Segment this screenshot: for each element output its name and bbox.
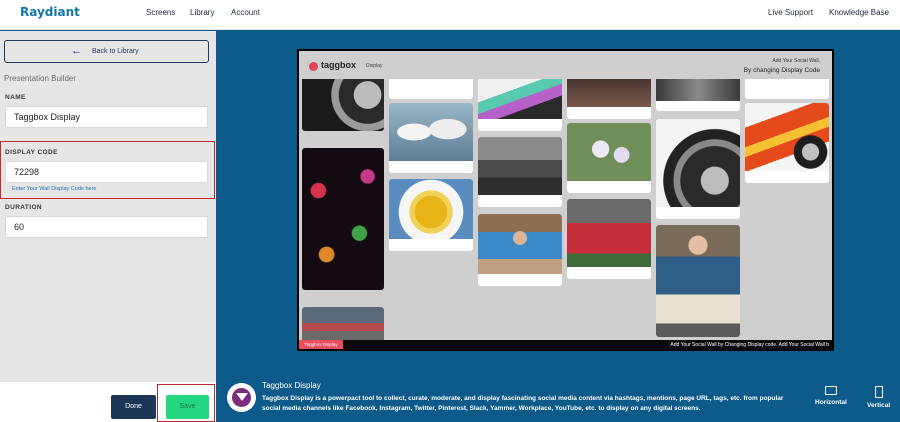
back-to-library-button[interactable]: ← Back to Library [4, 40, 209, 63]
display-preview: taggbox Display Add Your Social Wall, By… [297, 49, 834, 351]
post-image-crowd [478, 214, 562, 274]
social-wall: taggbox Display Add Your Social Wall, By… [299, 51, 832, 349]
post-card [302, 148, 384, 290]
post-card [478, 214, 562, 286]
post-image-flower [389, 179, 473, 239]
duration-field[interactable]: 60 [5, 216, 208, 238]
taggbox-logo-icon [309, 62, 318, 71]
back-to-library-label: Back to Library [92, 48, 139, 55]
orientation-horizontal-label: Horizontal [815, 399, 847, 406]
brand-logo[interactable]: Raydiant [20, 5, 80, 19]
orientation-vertical-button[interactable]: Vertical [867, 386, 890, 409]
display-code-hint: Enter Your Wall Display Code here [12, 186, 97, 192]
app-name: Taggbox Display [262, 381, 321, 390]
orientation-horizontal-button[interactable]: Horizontal [815, 386, 847, 406]
top-nav: Raydiant Screens Library Account Live Su… [0, 0, 900, 30]
taggbox-logo-sub: Display [366, 63, 383, 69]
taggbox-logo-text: taggbox [321, 60, 356, 70]
wall-header-line2: By changing Display Code [743, 67, 820, 74]
post-image-bokeh [302, 148, 384, 290]
post-card [302, 71, 384, 131]
post-image-pelicans [389, 103, 473, 161]
nav-account[interactable]: Account [231, 8, 260, 17]
post-card [745, 103, 829, 183]
post-card [478, 71, 562, 131]
presentation-builder-panel: ← Back to Library Presentation Builder N… [0, 31, 216, 422]
nav-knowledge-base[interactable]: Knowledge Base [829, 8, 889, 17]
post-image-tire-chalk [656, 119, 740, 207]
post-image-blossoms [567, 123, 651, 181]
nav-live-support[interactable]: Live Support [768, 8, 813, 17]
app-description: Taggbox Display is a powerpact tool to c… [262, 395, 784, 412]
duration-label: DURATION [5, 204, 43, 211]
post-image-red-rain [567, 199, 651, 267]
post-image-hotrod [745, 103, 829, 171]
vertical-screen-icon [874, 386, 883, 398]
post-card [567, 199, 651, 279]
post-card [478, 137, 562, 207]
horizontal-screen-icon [824, 386, 837, 395]
orientation-vertical-label: Vertical [867, 402, 891, 409]
arrow-left-icon: ← [71, 45, 82, 57]
nav-library[interactable]: Library [190, 8, 214, 17]
post-card [656, 225, 740, 337]
save-button[interactable]: Save [166, 395, 209, 419]
taggbox-app-icon [227, 383, 256, 412]
post-image-protest-sign [656, 225, 740, 337]
post-card [389, 103, 473, 173]
display-code-field[interactable]: 72298 [5, 161, 208, 183]
post-image-street [478, 137, 562, 195]
post-image-tire [302, 71, 384, 131]
wall-ticker: Taggbox Display Add Your Social Wall by … [299, 340, 832, 349]
name-label: NAME [5, 94, 26, 101]
wall-header-line1: Add Your Social Wall, [772, 58, 820, 64]
panel-title: Presentation Builder [4, 74, 77, 83]
post-card [389, 179, 473, 251]
display-code-label: DISPLAY CODE [5, 149, 58, 156]
ticker-text: Add Your Social Wall by Changing Display… [670, 342, 829, 348]
wall-header: taggbox Display Add Your Social Wall, By… [299, 51, 832, 79]
ticker-badge: Taggbox Display [299, 340, 343, 349]
action-bar: Done Save [0, 382, 216, 422]
name-field[interactable]: Taggbox Display [5, 106, 208, 128]
post-card [656, 119, 740, 219]
done-button[interactable]: Done [111, 395, 156, 419]
post-card [567, 123, 651, 193]
nav-screens[interactable]: Screens [146, 8, 175, 17]
